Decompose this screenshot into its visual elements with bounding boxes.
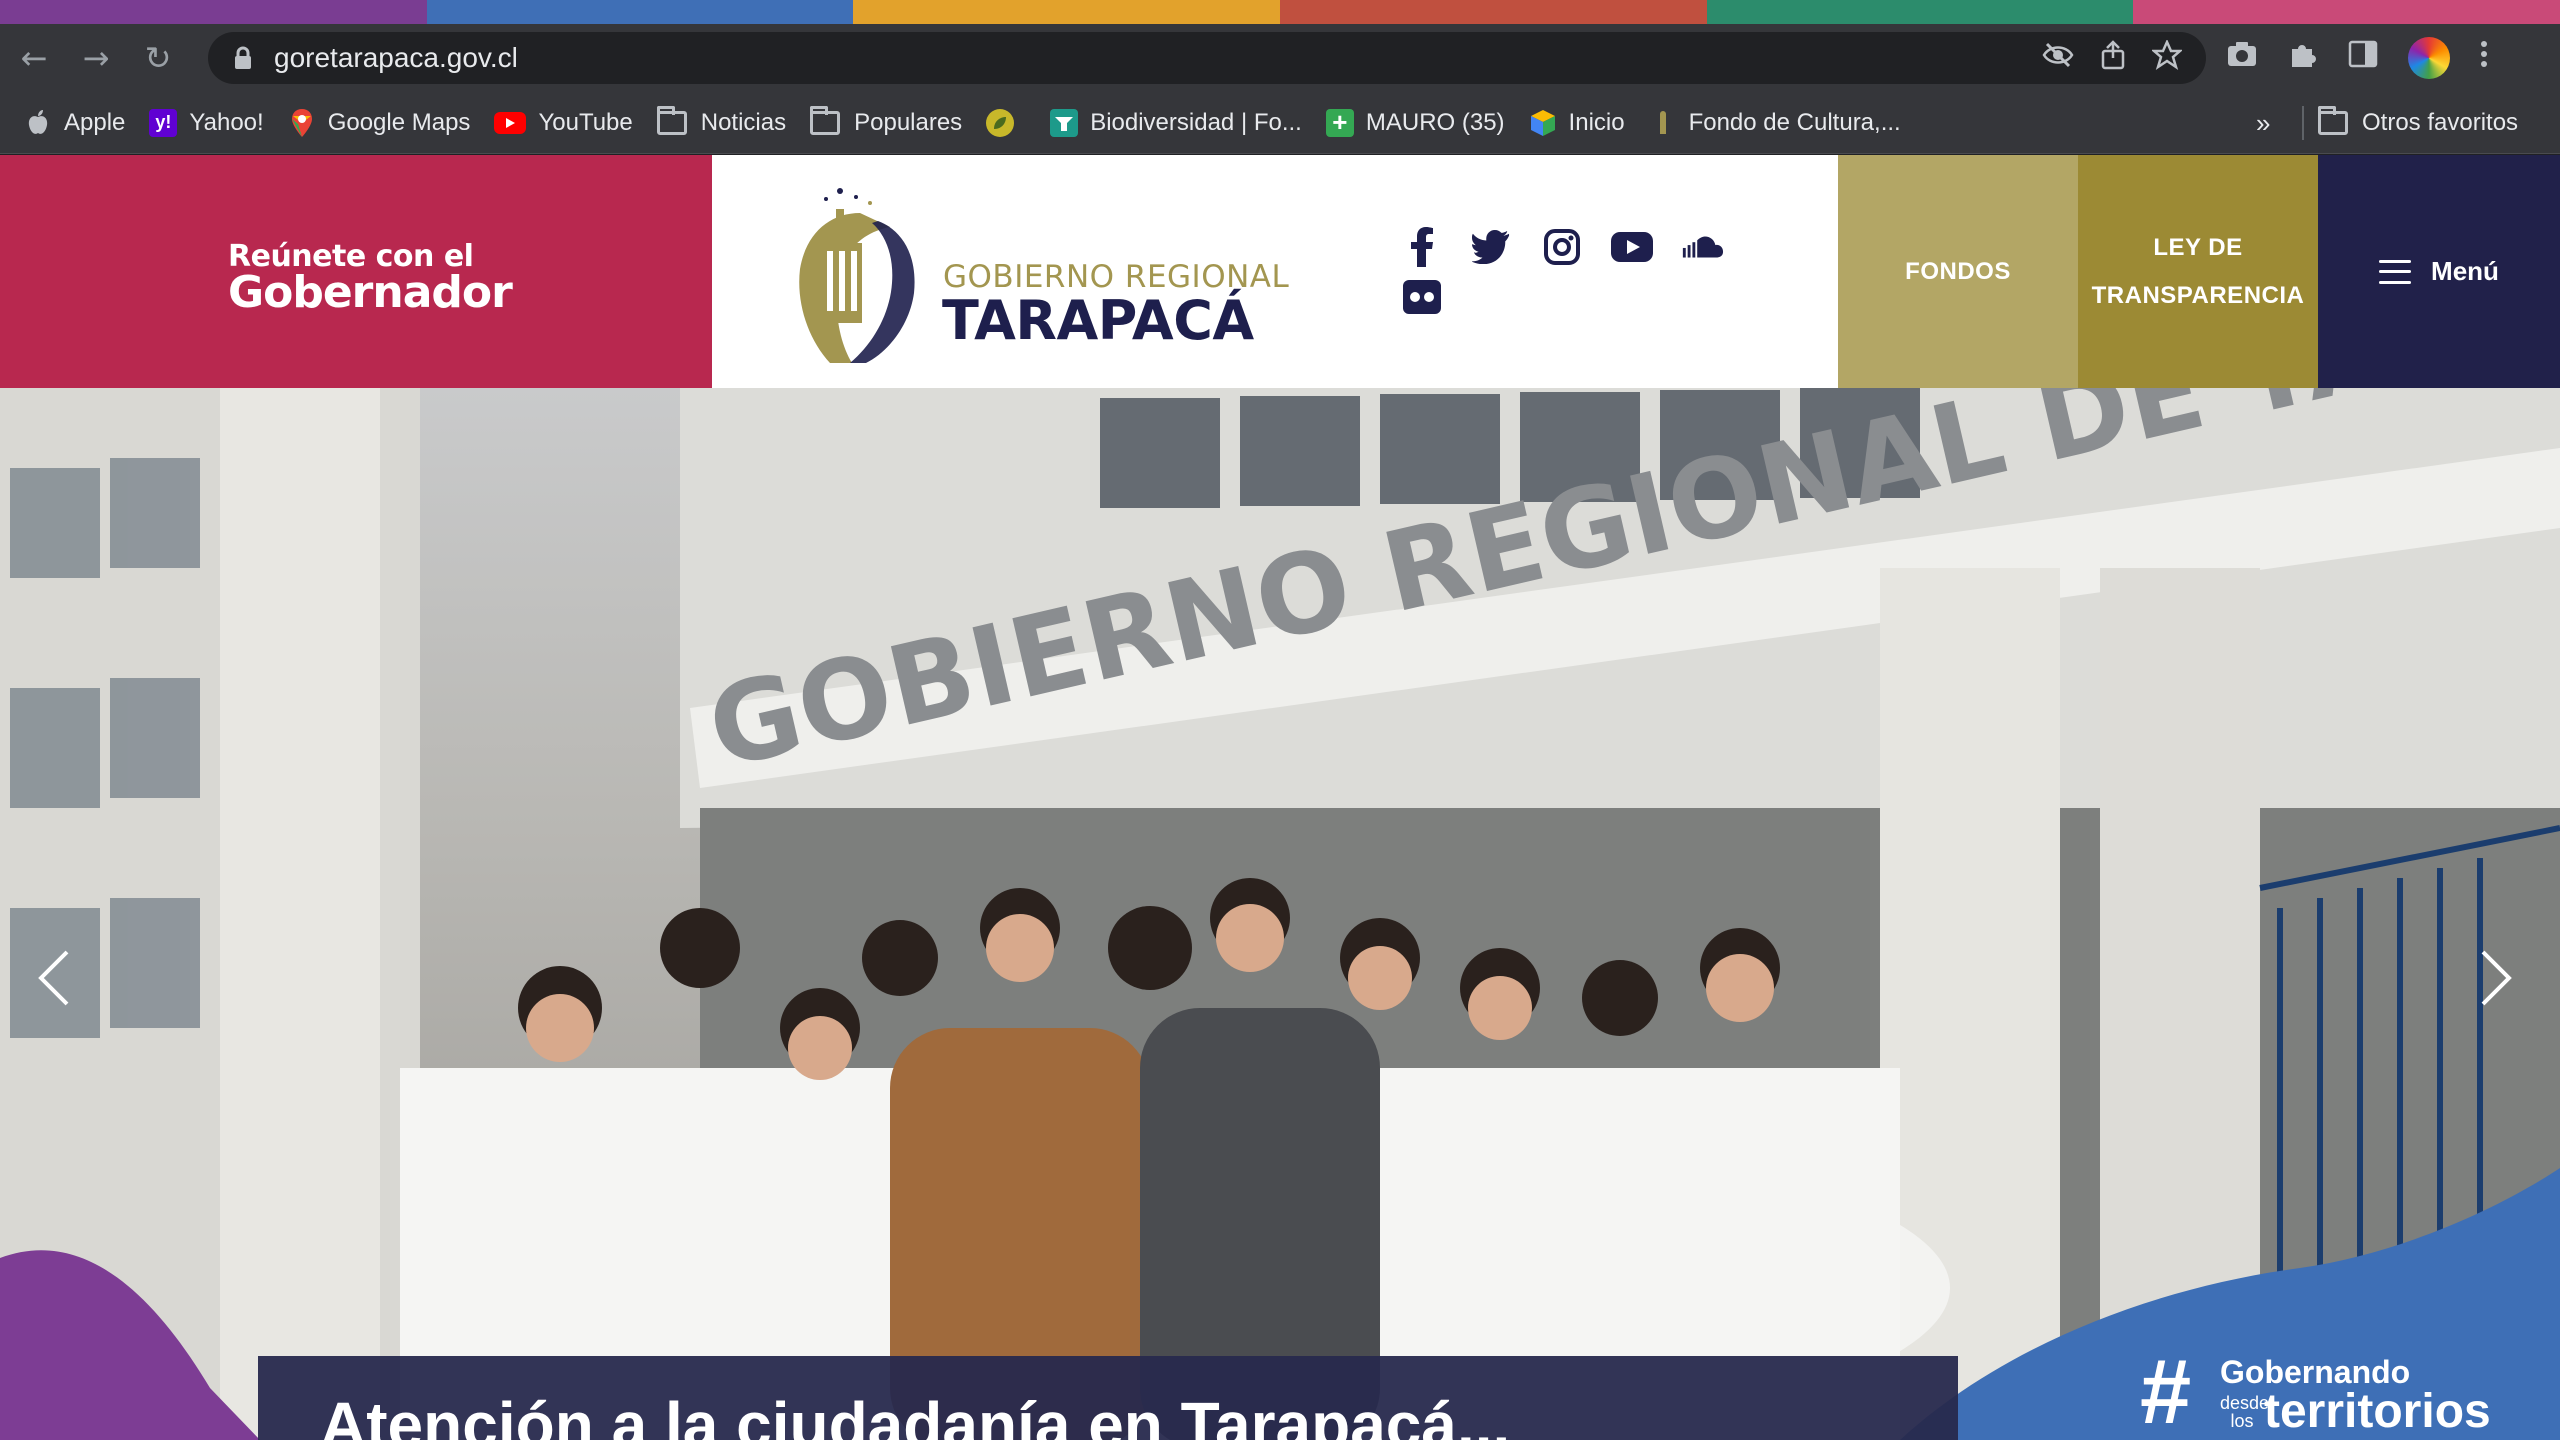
bookmark-label: Yahoo! — [189, 108, 264, 136]
ley-transparencia-button[interactable]: LEY DE TRANSPARENCIA — [2078, 155, 2318, 388]
bookmarks-divider — [2302, 106, 2304, 140]
color-segment — [1280, 0, 1707, 24]
carousel-next-chevron-icon[interactable] — [2466, 948, 2526, 1008]
star-icon[interactable] — [2150, 38, 2184, 77]
side-panel-icon[interactable] — [2348, 40, 2378, 76]
hashtag-word2: desde los — [2220, 1393, 2270, 1431]
share-icon[interactable] — [2100, 39, 2126, 77]
bookmark-label: Noticias — [700, 108, 787, 136]
color-segment — [853, 0, 1281, 24]
bookmark-label: Google Maps — [327, 108, 471, 136]
browser-color-band — [0, 0, 2560, 24]
social-links — [1400, 225, 1740, 335]
hashtag-word3: territorios — [2264, 1385, 2491, 1438]
bookmark-label: Apple — [64, 108, 126, 136]
bookmark-label: Populares — [854, 108, 963, 136]
ley-line2: TRANSPARENCIA — [2091, 281, 2305, 309]
bookmark-noticias[interactable]: Noticias — [645, 101, 798, 145]
extensions-icon[interactable] — [2288, 39, 2318, 77]
bookmark-populares[interactable]: Populares — [798, 101, 974, 145]
lock-icon — [232, 45, 254, 71]
bookmark-youtube[interactable]: YouTube — [482, 101, 644, 145]
folder-icon — [2318, 106, 2348, 135]
facebook-icon[interactable] — [1400, 225, 1444, 269]
flickr-icon[interactable] — [1400, 275, 1444, 319]
youtube-icon — [494, 111, 527, 134]
bookmark-google-maps[interactable]: Google Maps — [276, 101, 483, 145]
bookmark-label: YouTube — [538, 108, 633, 136]
hashtag-symbol: # — [2140, 1341, 2192, 1440]
instagram-icon[interactable] — [1540, 225, 1584, 269]
color-segment — [1706, 0, 2134, 24]
bookmark-fondo-cultura[interactable]: Fondo de Cultura,... — [1637, 101, 1913, 145]
bookmark-apple[interactable]: Apple — [12, 101, 137, 145]
logo-title: TARAPACÁ — [942, 289, 1254, 352]
meet-governor-button[interactable]: Reúnete con el Gobernador — [0, 155, 712, 388]
kebab-menu-icon[interactable] — [2480, 40, 2488, 76]
fondos-button[interactable]: FONDOS — [1838, 155, 2078, 388]
color-segment — [2133, 0, 2560, 24]
bookmark-other-favorites[interactable]: Otros favoritos — [2318, 92, 2518, 154]
bookmarks-bar: Apple y! Yahoo! Google Maps YouTube Noti… — [0, 92, 2560, 154]
browser-toolbar: ← → ↻ goretarapaca.gov.cl — [0, 24, 2560, 92]
soundcloud-icon[interactable] — [1680, 225, 1724, 269]
bookmark-mauro[interactable]: + MAURO (35) — [1314, 101, 1517, 145]
bookmark-label: Biodiversidad | Fo... — [1090, 108, 1302, 136]
campaign-hashtag: # Gobernando desde los territorios — [2140, 1344, 2540, 1440]
google-maps-icon — [288, 108, 316, 137]
url-text[interactable]: goretarapaca.gov.cl — [274, 42, 518, 74]
plus-icon: + — [1325, 107, 1354, 137]
leaf-icon — [986, 108, 1015, 137]
hero-photo: GOBIERNO REGIONAL DE TARAPACÁ — [0, 388, 2560, 1440]
cube-icon — [1529, 109, 1557, 137]
folder-icon — [656, 105, 687, 135]
address-bar[interactable]: goretarapaca.gov.cl — [208, 32, 2206, 84]
emblem-icon — [1649, 109, 1677, 137]
ley-line1: LEY DE — [2153, 233, 2243, 261]
menu-button[interactable]: Menú — [2318, 155, 2560, 388]
menu-label: Menú — [2431, 256, 2499, 286]
site-logo[interactable]: GOBIERNO REGIONAL TARAPACÁ — [790, 173, 1290, 373]
hamburger-icon — [2379, 259, 2412, 284]
hero-carousel: GOBIERNO REGIONAL DE TARAPACÁ — [0, 388, 2560, 1440]
bookmark-yahoo[interactable]: y! Yahoo! — [137, 101, 275, 145]
bookmark-biodiversidad[interactable]: Biodiversidad | Fo... — [1038, 101, 1314, 145]
profile-avatar[interactable] — [2408, 37, 2450, 79]
eye-slash-icon[interactable] — [2042, 41, 2074, 76]
bookmark-inicio[interactable]: Inicio — [1517, 101, 1637, 145]
camera-icon[interactable] — [2226, 40, 2258, 76]
cta-line2: Gobernador — [228, 267, 513, 318]
bookmark-leaf[interactable] — [974, 101, 1038, 145]
twitter-icon[interactable] — [1470, 225, 1514, 269]
bookmark-label: Otros favoritos — [2362, 109, 2519, 136]
yahoo-icon: y! — [149, 108, 178, 137]
folder-icon — [810, 105, 841, 135]
site-header: Reúnete con el Gobernador GOBIERNO REGIO… — [0, 155, 2560, 388]
bookmark-label: Fondo de Cultura,... — [1688, 108, 1901, 136]
back-arrow-icon[interactable]: ← — [8, 32, 60, 84]
bookmark-label: Inicio — [1568, 108, 1625, 136]
apple-icon — [24, 109, 52, 137]
biodiversidad-icon — [1050, 108, 1079, 137]
color-segment — [426, 0, 854, 24]
bookmarks-overflow-chevron-icon[interactable]: » — [2256, 92, 2270, 154]
forward-arrow-icon[interactable]: → — [70, 32, 122, 84]
bookmark-label: MAURO (35) — [1365, 108, 1505, 136]
color-segment — [0, 0, 427, 24]
slide-caption[interactable]: Atención a la ciudadanía en Tarapacá... — [320, 1388, 1510, 1440]
youtube-icon[interactable] — [1610, 225, 1654, 269]
carousel-prev-chevron-icon[interactable] — [24, 948, 84, 1008]
regional-emblem-icon — [799, 188, 915, 363]
reload-icon[interactable]: ↻ — [132, 32, 184, 84]
